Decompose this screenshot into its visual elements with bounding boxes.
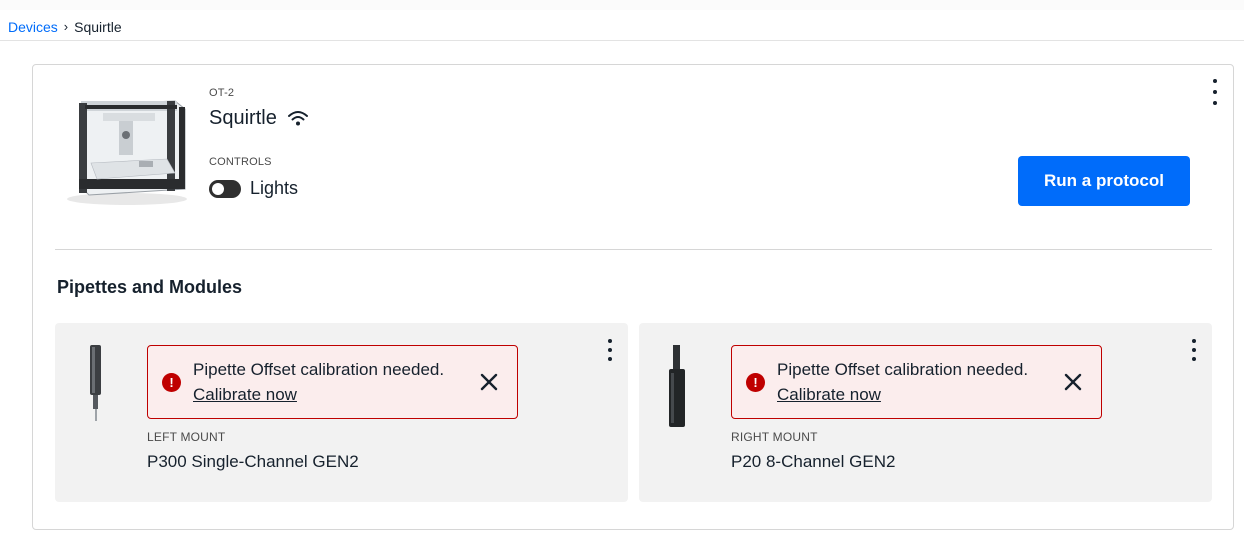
calibrate-now-link[interactable]: Calibrate now [777, 384, 881, 406]
lights-control: Lights [209, 178, 298, 199]
breadcrumb-separator: › [63, 19, 69, 34]
alert-message: Pipette Offset calibration needed. [777, 360, 1029, 379]
run-protocol-button[interactable]: Run a protocol [1018, 156, 1190, 206]
toggle-knob [212, 182, 224, 195]
breadcrumb-current: Squirtle [74, 19, 122, 35]
pipette-image [90, 345, 101, 421]
breadcrumb-devices-link[interactable]: Devices [8, 18, 58, 36]
divider [55, 249, 1212, 250]
pipette-name: P20 8-Channel GEN2 [731, 452, 896, 471]
kebab-dot [1192, 339, 1196, 343]
pipette-overflow-menu-button[interactable] [606, 339, 614, 361]
lights-toggle[interactable] [209, 179, 241, 198]
pipette-card-left: ! Pipette Offset calibration needed. Cal… [55, 323, 628, 502]
kebab-dot [1213, 90, 1217, 94]
robot-model: OT-2 [209, 87, 235, 99]
pipette-image [669, 345, 685, 427]
calibration-alert: ! Pipette Offset calibration needed. Cal… [147, 345, 518, 419]
pipette-card-right: ! Pipette Offset calibration needed. Cal… [639, 323, 1212, 502]
robot-name-row: Squirtle [209, 105, 309, 131]
kebab-dot [1213, 79, 1217, 83]
lights-label: Lights [250, 178, 299, 198]
wifi-icon [287, 111, 308, 126]
breadcrumb: Devices › Squirtle [8, 18, 122, 36]
pipette-name: P300 Single-Channel GEN2 [147, 452, 359, 471]
robot-image [67, 100, 187, 205]
close-icon[interactable] [478, 371, 500, 393]
robot-overview-card: OT-2 Squirtle CONTROLS Lights Run a prot… [32, 64, 1234, 530]
kebab-dot [1192, 357, 1196, 361]
section-title: Pipettes and Modules [57, 277, 243, 297]
robot-name: Squirtle [209, 107, 277, 129]
top-bar: Devices › Squirtle [0, 0, 1244, 41]
kebab-dot [608, 348, 612, 352]
calibrate-now-link[interactable]: Calibrate now [193, 384, 297, 406]
mount-label: LEFT MOUNT [147, 430, 226, 444]
calibration-alert: ! Pipette Offset calibration needed. Cal… [731, 345, 1102, 419]
robot-overflow-menu-button[interactable] [1211, 79, 1219, 105]
alert-circle-icon: ! [162, 373, 181, 392]
kebab-dot [1213, 101, 1217, 105]
mount-label: RIGHT MOUNT [731, 430, 818, 444]
controls-label: CONTROLS [209, 156, 272, 168]
close-icon[interactable] [1062, 371, 1084, 393]
top-shade [0, 0, 1244, 10]
pipette-overflow-menu-button[interactable] [1190, 339, 1198, 361]
kebab-dot [1192, 348, 1196, 352]
kebab-dot [608, 339, 612, 343]
alert-circle-icon: ! [746, 373, 765, 392]
kebab-dot [608, 357, 612, 361]
alert-message: Pipette Offset calibration needed. [193, 360, 445, 379]
